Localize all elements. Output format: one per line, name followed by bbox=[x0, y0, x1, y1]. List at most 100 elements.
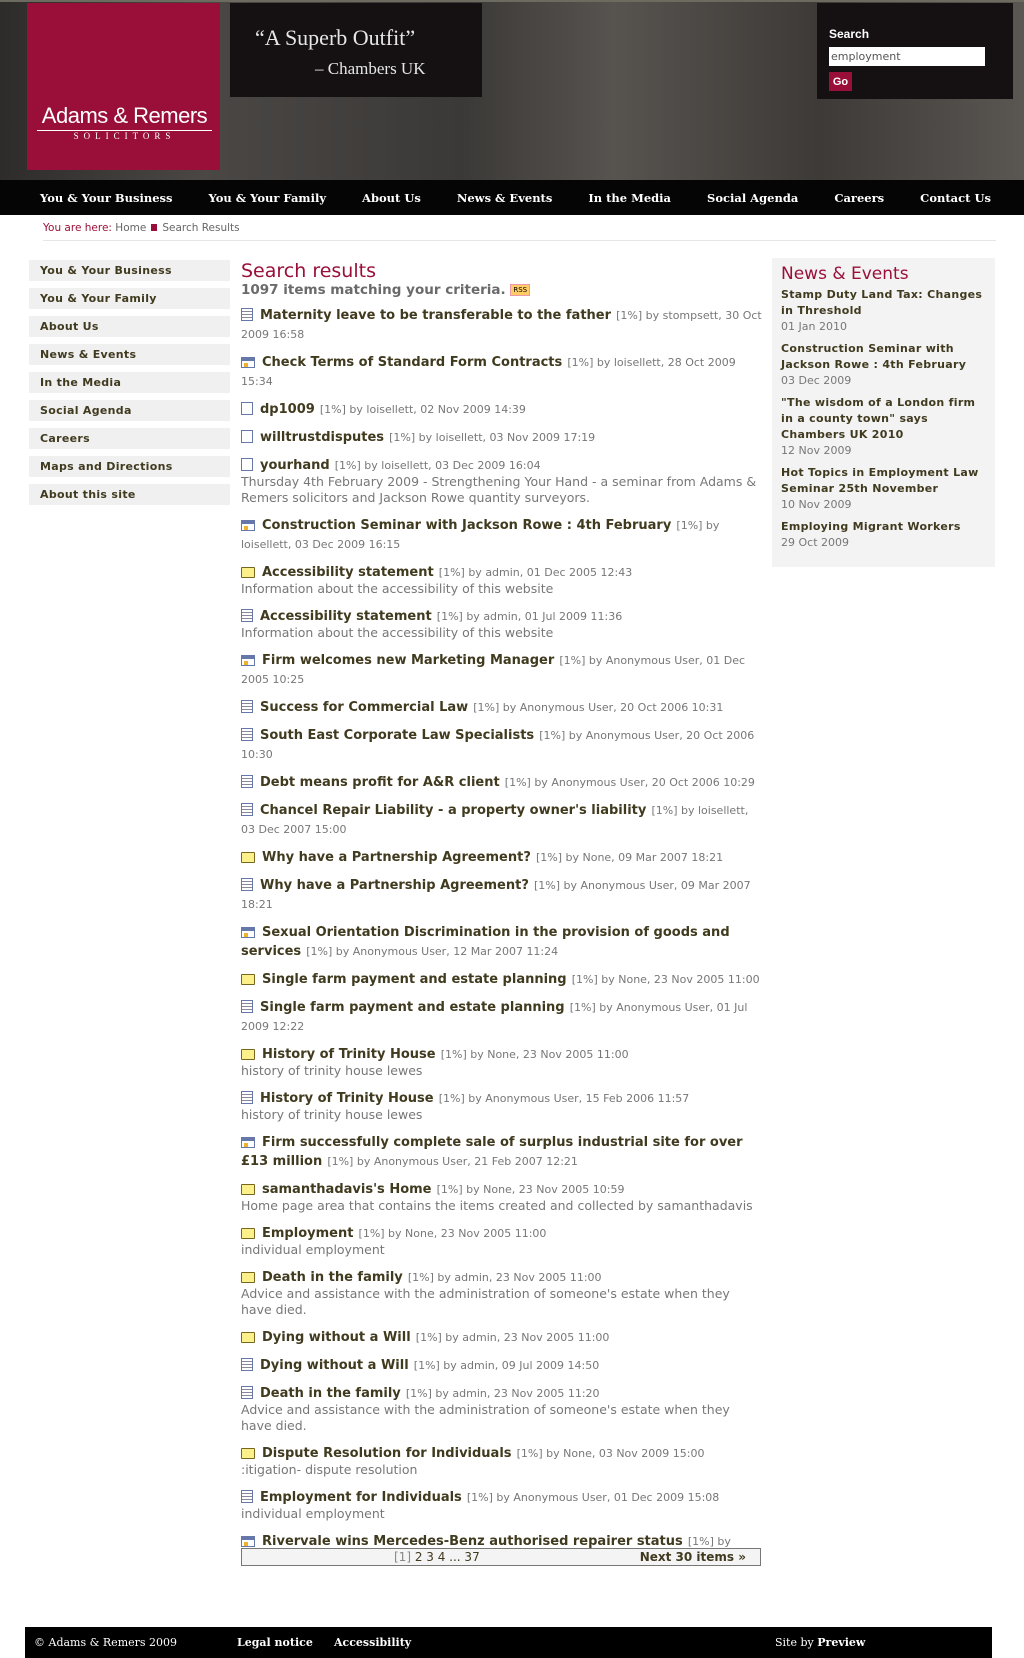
pagination: [1] 2 3 4 ... 37 Next 30 items » bbox=[241, 1548, 761, 1566]
doc-icon bbox=[241, 700, 253, 713]
site-by: Site by Preview bbox=[775, 1636, 865, 1649]
doc-icon bbox=[241, 308, 253, 321]
result-meta: [1%] by loisellett, 03 Dec 2009 16:04 bbox=[334, 459, 541, 472]
file-icon bbox=[241, 430, 253, 443]
result-title-link[interactable]: Debt means profit for A&R client bbox=[260, 775, 500, 790]
result-title-link[interactable]: Single farm payment and estate planning bbox=[260, 1000, 565, 1015]
nav-item[interactable]: About Us bbox=[362, 191, 421, 205]
sidebar-item[interactable]: About this site bbox=[29, 484, 230, 505]
result-title-link[interactable]: Death in the family bbox=[260, 1386, 401, 1401]
result-meta: [1%] by None, 23 Nov 2005 11:00 bbox=[358, 1227, 547, 1240]
result-meta: [1%] by Anonymous User, 01 Dec 2009 15:0… bbox=[466, 1491, 720, 1504]
doc-icon bbox=[241, 1091, 253, 1104]
result-meta: [1%] by Anonymous User, 12 Mar 2007 11:2… bbox=[306, 945, 559, 958]
sidebar-item[interactable]: Social Agenda bbox=[29, 400, 230, 421]
result-item: South East Corporate Law Specialists [1%… bbox=[241, 725, 763, 763]
folder-icon bbox=[241, 1228, 255, 1239]
result-item: Maternity leave to be transferable to th… bbox=[241, 305, 763, 343]
news-item-link[interactable]: "The wisdom of a London firm in a county… bbox=[781, 395, 986, 443]
legal-notice-link[interactable]: Legal notice bbox=[237, 1636, 313, 1649]
results-list: Maternity leave to be transferable to th… bbox=[241, 305, 763, 1569]
result-title-link[interactable]: South East Corporate Law Specialists bbox=[260, 728, 534, 743]
result-title-link[interactable]: Employment for Individuals bbox=[260, 1490, 462, 1505]
result-item: Death in the family [1%] by admin, 23 No… bbox=[241, 1383, 763, 1434]
result-title-link[interactable]: Rivervale wins Mercedes-Benz authorised … bbox=[262, 1534, 683, 1549]
accessibility-link[interactable]: Accessibility bbox=[334, 1636, 411, 1649]
result-title-link[interactable]: Why have a Partnership Agreement? bbox=[260, 878, 529, 893]
news-item-date: 29 Oct 2009 bbox=[781, 536, 850, 549]
breadcrumb: You are here: Home Search Results bbox=[43, 222, 996, 241]
breadcrumb-current: Search Results bbox=[162, 222, 240, 234]
news-item-link[interactable]: Stamp Duty Land Tax: Changes in Threshol… bbox=[781, 287, 986, 319]
result-meta: [1%] by admin, 23 Nov 2005 11:20 bbox=[405, 1387, 600, 1400]
result-title-link[interactable]: samanthadavis's Home bbox=[262, 1182, 432, 1197]
nav-item[interactable]: You & Your Business bbox=[40, 191, 173, 205]
doc-icon bbox=[241, 803, 253, 816]
sidebar-item[interactable]: In the Media bbox=[29, 372, 230, 393]
result-title-link[interactable]: Dispute Resolution for Individuals bbox=[262, 1446, 512, 1461]
result-title-link[interactable]: Accessibility statement bbox=[260, 609, 432, 624]
site-by-label: Site by bbox=[775, 1636, 814, 1649]
result-item: Why have a Partnership Agreement? [1%] b… bbox=[241, 847, 763, 866]
result-item: Why have a Partnership Agreement? [1%] b… bbox=[241, 875, 763, 913]
result-item: Accessibility statement [1%] by admin, 0… bbox=[241, 562, 763, 597]
main-nav: You & Your Business You & Your Family Abou… bbox=[0, 180, 1024, 215]
go-button[interactable]: Go bbox=[829, 72, 852, 91]
result-meta: [1%] by admin, 23 Nov 2005 11:00 bbox=[407, 1271, 602, 1284]
doc-icon bbox=[241, 728, 253, 741]
news-item-date: 03 Dec 2009 bbox=[781, 374, 852, 387]
logo[interactable]: Adams & Remers SOLICITORS bbox=[27, 3, 220, 170]
result-title-link[interactable]: History of Trinity House bbox=[262, 1047, 436, 1062]
result-meta: [1%] by Anonymous User, 20 Oct 2006 10:2… bbox=[504, 776, 755, 789]
result-item: samanthadavis's Home [1%] by None, 23 No… bbox=[241, 1179, 763, 1214]
next-page-link[interactable]: Next 30 items » bbox=[640, 1550, 746, 1564]
sidebar-item[interactable]: You & Your Business bbox=[29, 260, 230, 281]
nav-item[interactable]: Contact Us bbox=[920, 191, 991, 205]
result-title-link[interactable]: dp1009 bbox=[260, 402, 315, 417]
result-title-link[interactable]: Dying without a Will bbox=[260, 1358, 409, 1373]
news-item-link[interactable]: Employing Migrant Workers bbox=[781, 519, 986, 535]
result-meta: [1%] by admin, 01 Dec 2005 12:43 bbox=[438, 566, 633, 579]
result-title-link[interactable]: Check Terms of Standard Form Contracts bbox=[262, 355, 562, 370]
result-title-link[interactable]: Maternity leave to be transferable to th… bbox=[260, 308, 611, 323]
result-title-link[interactable]: History of Trinity House bbox=[260, 1091, 434, 1106]
sidebar-item[interactable]: News & Events bbox=[29, 344, 230, 365]
nav-item[interactable]: News & Events bbox=[457, 191, 553, 205]
result-title-link[interactable]: Chancel Repair Liability - a property ow… bbox=[260, 803, 646, 818]
rss-icon[interactable]: RSS bbox=[510, 284, 531, 296]
result-title-link[interactable]: Construction Seminar with Jackson Rowe :… bbox=[262, 518, 671, 533]
sidebar-item[interactable]: You & Your Family bbox=[29, 288, 230, 309]
result-meta: [1%] by loisellett, 03 Nov 2009 17:19 bbox=[389, 431, 596, 444]
news-icon bbox=[241, 927, 255, 938]
sidebar-item[interactable]: Maps and Directions bbox=[29, 456, 230, 477]
result-title-link[interactable]: Death in the family bbox=[262, 1270, 403, 1285]
preview-link[interactable]: Preview bbox=[817, 1636, 865, 1649]
result-title-link[interactable]: Why have a Partnership Agreement? bbox=[262, 850, 531, 865]
breadcrumb-home[interactable]: Home bbox=[115, 222, 146, 234]
result-title-link[interactable]: Employment bbox=[262, 1226, 353, 1241]
result-title-link[interactable]: Firm welcomes new Marketing Manager bbox=[262, 653, 554, 668]
news-item-link[interactable]: Hot Topics in Employment Law Seminar 25t… bbox=[781, 465, 986, 497]
sidebar-item[interactable]: About Us bbox=[29, 316, 230, 337]
result-title-link[interactable]: Single farm payment and estate planning bbox=[262, 972, 567, 987]
result-title-link[interactable]: yourhand bbox=[260, 458, 330, 473]
result-title-link[interactable]: willtrustdisputes bbox=[260, 430, 384, 445]
doc-icon bbox=[241, 878, 253, 891]
result-title-link[interactable]: Success for Commercial Law bbox=[260, 700, 468, 715]
folder-icon bbox=[241, 1184, 255, 1195]
nav-item[interactable]: Careers bbox=[834, 191, 884, 205]
result-title-link[interactable]: Accessibility statement bbox=[262, 565, 434, 580]
result-description: :itigation- dispute resolution bbox=[241, 1462, 418, 1477]
search-box: Search Go bbox=[817, 3, 1013, 99]
news-item-link[interactable]: Construction Seminar with Jackson Rowe :… bbox=[781, 341, 986, 373]
news-icon bbox=[241, 357, 255, 368]
result-item: Accessibility statement [1%] by admin, 0… bbox=[241, 606, 763, 641]
nav-item[interactable]: Social Agenda bbox=[707, 191, 798, 205]
nav-item[interactable]: You & Your Family bbox=[209, 191, 327, 205]
search-input[interactable] bbox=[829, 47, 985, 66]
result-title-link[interactable]: Dying without a Will bbox=[262, 1330, 411, 1345]
page-links[interactable]: 2 3 4 ... 37 bbox=[415, 1550, 480, 1564]
news-item-date: 01 Jan 2010 bbox=[781, 320, 847, 333]
nav-item[interactable]: In the Media bbox=[588, 191, 671, 205]
sidebar-item[interactable]: Careers bbox=[29, 428, 230, 449]
